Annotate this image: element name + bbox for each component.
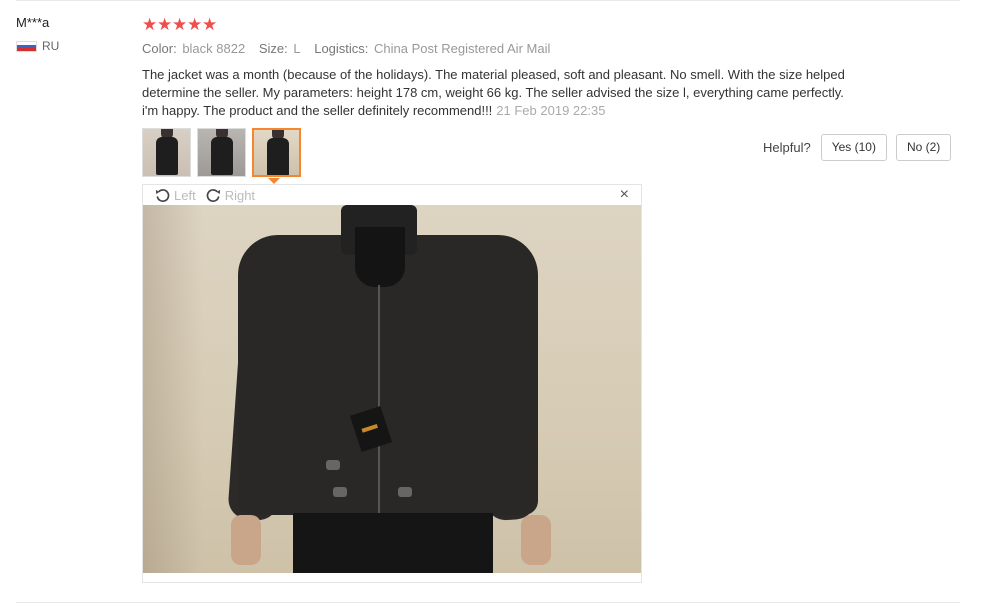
review-photo: [143, 205, 641, 574]
thumbnail-photo-3[interactable]: [252, 128, 301, 177]
rotate-right-button[interactable]: Right: [206, 188, 255, 203]
helpful-voting: Helpful? Yes (10) No (2): [763, 134, 960, 161]
rotate-left-icon: [155, 188, 170, 202]
thumbnail-photo-2[interactable]: [197, 128, 246, 177]
star-rating: ★★★★★: [142, 14, 962, 36]
color-info: Color: black 8822: [142, 41, 246, 56]
review-date: 21 Feb 2019 22:35: [496, 103, 606, 118]
star-icon: ★: [202, 15, 219, 34]
photo-viewer: Left Right ×: [142, 184, 642, 583]
size-info: Size: L: [258, 41, 301, 56]
star-icon: ★: [142, 15, 159, 34]
review-text: The jacket was a month (because of the h…: [142, 66, 862, 120]
reviewer-country: RU: [16, 38, 126, 54]
star-icon: ★: [187, 15, 204, 34]
helpful-no-button[interactable]: No (2): [895, 134, 952, 161]
order-info: Color: black 8822 Size: L Logistics: Chi…: [142, 40, 962, 58]
reviewer-info: M***a RU: [16, 14, 126, 54]
top-divider: [16, 0, 960, 1]
logistics-info: Logistics: China Post Registered Air Mai…: [314, 41, 551, 56]
star-icon: ★: [172, 15, 189, 34]
russia-flag-icon: [16, 40, 37, 52]
photo-thumbnails: [142, 128, 301, 177]
thumbnail-photo-1[interactable]: [142, 128, 191, 177]
viewer-toolbar: Left Right ×: [143, 185, 641, 205]
rotate-left-label: Left: [174, 187, 196, 203]
review-body: ★★★★★ Color: black 8822 Size: L Logistic…: [142, 14, 962, 120]
rotate-right-label: Right: [224, 187, 256, 203]
helpful-label: Helpful?: [763, 140, 811, 155]
rotate-left-button[interactable]: Left: [155, 188, 196, 203]
country-code: RU: [42, 39, 60, 53]
bottom-divider: [16, 602, 960, 603]
review-content: The jacket was a month (because of the h…: [142, 67, 845, 118]
helpful-yes-button[interactable]: Yes (10): [820, 134, 887, 161]
close-icon[interactable]: ×: [620, 187, 629, 203]
star-icon: ★: [157, 15, 174, 34]
rotate-right-icon: [206, 188, 220, 202]
reviewer-name: M***a: [16, 15, 50, 30]
